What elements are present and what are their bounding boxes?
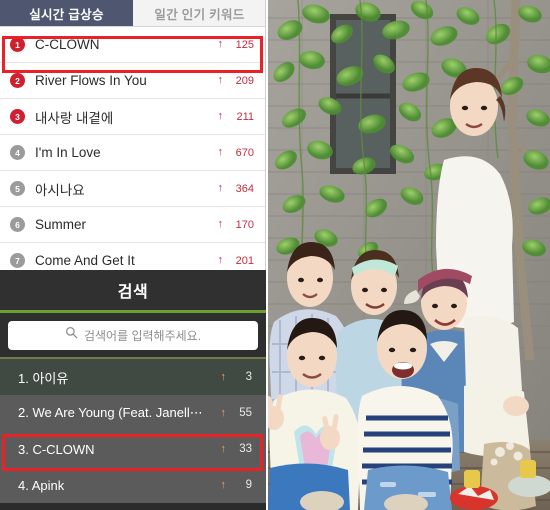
list-item-label: 4. Apink	[18, 477, 65, 493]
left-column: 실시간 급상승 일간 인기 키워드 1 C-CLOWN ↑ 125 2 Rive…	[0, 0, 266, 510]
list-item-delta: ↑ 9	[221, 479, 253, 491]
search-field-container: 검색어를 입력해주세요.	[0, 313, 266, 359]
rank-badge: 6	[10, 217, 25, 232]
rank-delta: ↑ 670	[218, 147, 255, 159]
page-title: 검색	[117, 284, 149, 301]
delta-count: 3	[245, 371, 252, 383]
search-icon	[65, 326, 78, 344]
search-placeholder: 검색어를 입력해주세요.	[83, 328, 202, 343]
delta-count: 33	[239, 443, 252, 455]
up-arrow-icon: ↑	[217, 38, 224, 50]
list-item-label: 3. C-CLOWN	[18, 441, 95, 457]
up-arrow-icon: ↑	[217, 254, 224, 266]
table-row[interactable]: 1 C-CLOWN ↑ 125	[0, 27, 265, 63]
table-row[interactable]: 5 아시나요 ↑ 364	[0, 171, 265, 207]
list-item-label: 2. We Are Young (Feat. Janell⋯	[18, 405, 203, 420]
rank-list: 1 C-CLOWN ↑ 125 2 River Flows In You ↑ 2…	[0, 27, 265, 270]
delta-count: 170	[235, 218, 254, 231]
table-row[interactable]: 6 Summer ↑ 170	[0, 207, 265, 243]
list-item[interactable]: 4. Apink ↑ 9	[0, 467, 266, 503]
up-arrow-icon: ↑	[217, 182, 224, 194]
rank-delta: ↑ 209	[218, 75, 255, 87]
rank-delta: ↑ 211	[218, 111, 255, 123]
group-photo	[268, 0, 550, 510]
tab-daily-keywords-label: 일간 인기 키워드	[154, 7, 245, 22]
table-row[interactable]: 7 Come And Get It ↑ 201	[0, 243, 265, 270]
delta-count: 211	[236, 110, 254, 123]
search-panel: 검색 검색어를 입력해주세요. 1. 아이유 ↑ 3 2. We Are You…	[0, 270, 266, 510]
list-item[interactable]: 1. 아이유 ↑ 3	[0, 359, 266, 395]
up-arrow-icon: ↑	[217, 74, 224, 86]
list-item[interactable]: 3. C-CLOWN ↑ 33	[0, 431, 266, 467]
delta-count: 55	[239, 407, 252, 419]
up-arrow-icon: ↑	[220, 406, 227, 419]
rank-badge: 3	[10, 109, 25, 124]
up-arrow-icon: ↑	[217, 218, 224, 230]
search-title-bar: 검색	[0, 270, 266, 313]
rank-delta: ↑ 125	[218, 39, 255, 51]
screenshot-root: 실시간 급상승 일간 인기 키워드 1 C-CLOWN ↑ 125 2 Rive…	[0, 0, 550, 510]
rank-badge: 4	[10, 145, 25, 160]
tab-bar: 실시간 급상승 일간 인기 키워드	[0, 0, 265, 27]
delta-count: 125	[235, 38, 254, 51]
search-input[interactable]: 검색어를 입력해주세요.	[8, 320, 258, 350]
rank-badge: 1	[10, 37, 25, 52]
list-item-delta: ↑ 3	[221, 371, 253, 383]
rank-badge: 5	[10, 181, 25, 196]
up-arrow-icon: ↑	[220, 478, 227, 491]
table-row[interactable]: 3 내사랑 내곁에 ↑ 211	[0, 99, 265, 135]
delta-count: 201	[235, 254, 254, 267]
list-item-delta: ↑ 33	[221, 443, 253, 455]
rank-title: 아시나요	[35, 182, 85, 198]
rank-delta: ↑ 201	[218, 255, 255, 267]
realtime-rising-panel: 실시간 급상승 일간 인기 키워드 1 C-CLOWN ↑ 125 2 Rive…	[0, 0, 266, 270]
table-row[interactable]: 2 River Flows In You ↑ 209	[0, 63, 265, 99]
up-arrow-icon: ↑	[220, 370, 227, 383]
list-item[interactable]: 2. We Are Young (Feat. Janell⋯ ↑ 55	[0, 395, 266, 431]
tab-daily-keywords[interactable]: 일간 인기 키워드	[133, 0, 265, 26]
rank-title: C-CLOWN	[35, 37, 100, 52]
table-row[interactable]: 4 I'm In Love ↑ 670	[0, 135, 265, 171]
delta-count: 9	[245, 479, 252, 491]
tab-realtime-rising-label: 실시간 급상승	[29, 7, 104, 22]
delta-count: 209	[235, 74, 254, 87]
delta-count: 670	[235, 146, 254, 159]
search-result-list: 1. 아이유 ↑ 3 2. We Are Young (Feat. Janell…	[0, 359, 266, 503]
list-item-delta: ↑ 55	[221, 407, 253, 419]
rank-delta: ↑ 364	[218, 183, 255, 195]
up-arrow-icon: ↑	[217, 146, 224, 158]
rank-title: Summer	[35, 217, 87, 232]
rank-title: River Flows In You	[35, 73, 147, 88]
rank-badge: 7	[10, 253, 25, 268]
list-item-label: 1. 아이유	[18, 370, 69, 386]
up-arrow-icon: ↑	[217, 110, 224, 122]
rank-delta: ↑ 170	[218, 219, 255, 231]
up-arrow-icon: ↑	[220, 442, 227, 455]
rank-title: 내사랑 내곁에	[35, 110, 114, 126]
tab-realtime-rising[interactable]: 실시간 급상승	[0, 0, 133, 26]
rank-badge: 2	[10, 73, 25, 88]
delta-count: 364	[235, 182, 254, 195]
rank-title: I'm In Love	[35, 145, 101, 160]
rank-title: Come And Get It	[35, 253, 135, 268]
